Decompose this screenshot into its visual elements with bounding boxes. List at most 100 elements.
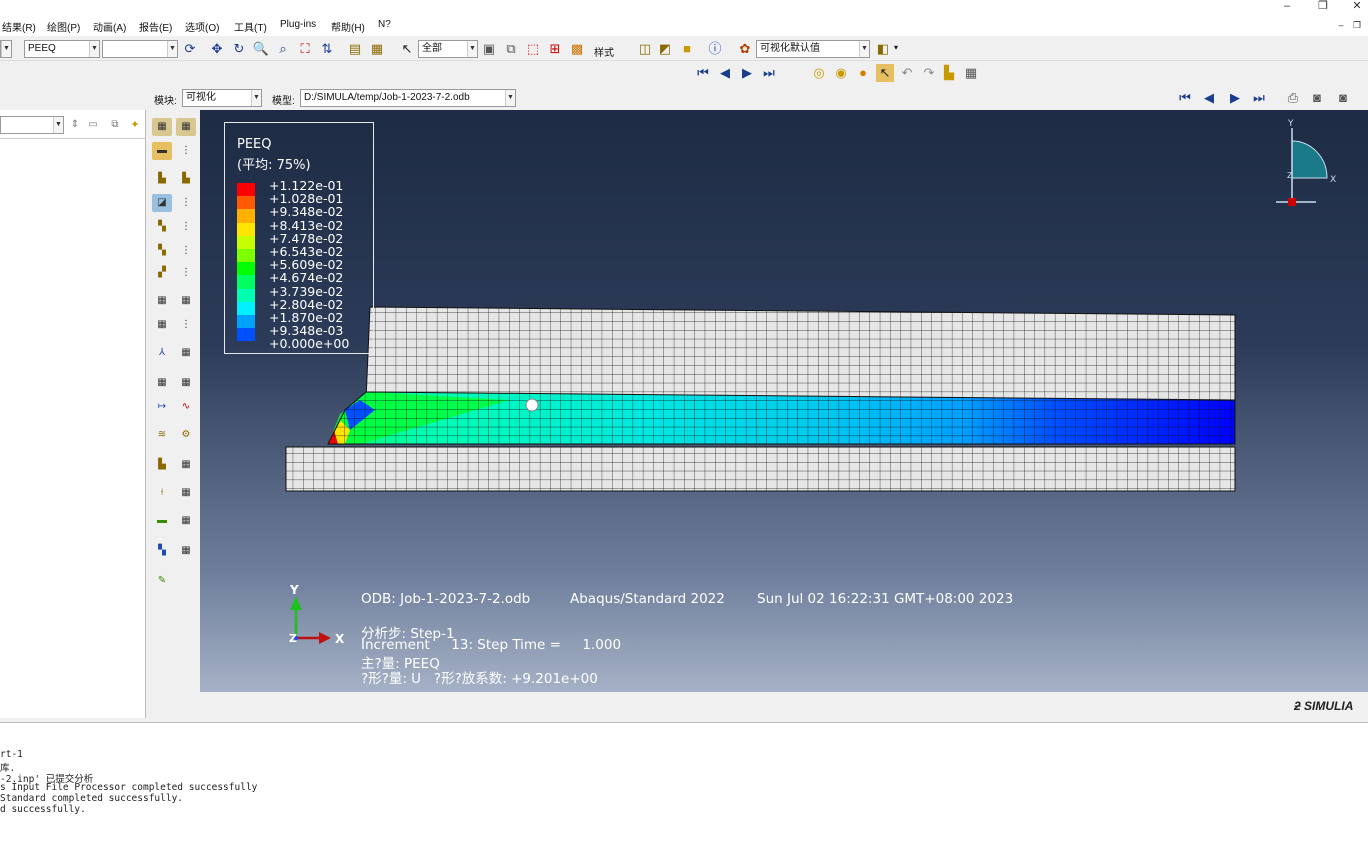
tool-xy-table-icon[interactable]: ▦ [176,374,196,392]
spin-icon[interactable]: ⇕ [66,116,84,134]
viewport[interactable]: PEEQ (平均: 75%) +1.122e-01 +1.028e-01 +9.34… [200,110,1368,692]
tool-display-group-icon[interactable]: ▦ [152,292,172,310]
bar-chart-icon[interactable]: ▙ [940,64,958,82]
menu-options[interactable]: 选项(O) [185,19,219,34]
tool-free-body-icon[interactable]: ▙ [152,456,172,474]
tool-mesh-color-options-icon[interactable]: ▦ [176,512,196,530]
tool-overlay-plot-icon[interactable]: ▚ [152,242,172,260]
select-tool-icon[interactable]: ▣ [480,40,498,58]
tool-view-cut-table-icon[interactable]: ▦ [176,484,196,502]
menu-whats-this[interactable]: N? [378,19,391,30]
tool-query-icon[interactable]: ▚ [152,542,172,560]
tool-free-body-options-icon[interactable]: ▦ [176,456,196,474]
next-frame-icon[interactable]: ▶ [738,64,756,82]
mdi-restore-icon[interactable]: ❐ [1346,19,1368,33]
tool-view-cut-icon[interactable]: ▦ [152,316,172,334]
tree-folder-icon[interactable]: ▭ [84,116,102,134]
layers-icon[interactable]: ▦ [368,40,386,58]
tool-overlay-options-icon[interactable]: ⋮ [176,242,196,260]
tool-view-cut-options-icon[interactable]: ⋮ [176,316,196,334]
view-defaults-combo[interactable]: 可视化默认值 ▼ [756,40,870,58]
tool-xy-data-icon[interactable]: ▦ [152,374,172,392]
table-icon[interactable]: ▦ [962,64,980,82]
tool-plot-deformed-icon[interactable]: ▦ [176,118,196,136]
cube-shaded-icon[interactable]: ■ [678,40,696,58]
tool-allow-multiple-icon[interactable]: ▚ [152,218,172,236]
tool-symbol-options-icon[interactable]: ▙ [176,170,196,188]
tool-material-orient-icon[interactable]: ◪ [152,194,172,212]
overlay-alt-icon[interactable]: ◉ [832,64,850,82]
tool-stream-options-icon[interactable]: ⚙ [176,426,196,444]
rotate-icon[interactable]: ↻ [230,40,248,58]
restore-button[interactable]: ❐ [1312,0,1334,14]
redo-icon[interactable]: ↷ [920,64,938,82]
model-combo[interactable]: D:/SIMULA/temp/Job-1-2023-7-2.odb ▼ [300,89,516,107]
tree-filter-icon[interactable]: ⧉ [106,116,124,134]
tool-csys-icon[interactable]: ⅄ [152,344,172,362]
view-options-icon[interactable]: ◧ [874,40,892,58]
box-zoom-icon[interactable]: ⌕ [274,40,292,58]
tool-pencil-icon[interactable]: ✎ [152,572,172,590]
last-frame-icon[interactable]: ⏭ [760,64,778,82]
minimize-button[interactable]: – [1276,0,1298,14]
part-icon[interactable]: ▩ [568,40,586,58]
next-step-icon[interactable]: ▶ [1226,89,1244,107]
color-palette-icon[interactable]: ✿ [736,40,754,58]
tool-symbol-icon[interactable]: ▙ [152,170,172,188]
tool-mesh-color-icon[interactable]: ▬ [152,512,172,530]
menu-report[interactable]: 报告(E) [139,19,172,34]
field-component-combo[interactable]: ▼ [102,40,178,58]
tool-animate-icon[interactable]: ▞ [152,264,172,282]
tool-view-cut-manager-icon[interactable]: ⟊ [152,484,172,502]
tool-display-group-options-icon[interactable]: ▦ [176,292,196,310]
tool-animate-options-icon[interactable]: ⋮ [176,264,196,282]
tool-plot-undeformed-icon[interactable]: ▦ [152,118,172,136]
print-icon[interactable]: ⎙ [1284,89,1302,107]
sphere-icon[interactable]: ● [854,64,872,82]
probe-icon[interactable]: ↖ [876,64,894,82]
tool-orient-options-icon[interactable]: ⋮ [176,194,196,212]
first-frame-icon[interactable]: ⏮ [694,64,712,82]
field-output-combo[interactable]: PEEQ ▼ [24,40,100,58]
first-step-icon[interactable]: ⏮ [1176,89,1194,107]
menu-plot[interactable]: 绘图(P) [47,19,80,34]
cube-wire-icon[interactable]: ◫ [636,40,654,58]
fit-view-icon[interactable]: ⛶ [296,40,314,58]
pan-icon[interactable]: ✥ [208,40,226,58]
close-button[interactable]: ✕ [1346,0,1368,14]
tool-stream-icon[interactable]: ≋ [152,426,172,444]
module-combo[interactable]: 可视化 ▼ [182,89,262,107]
menu-plugins[interactable]: Plug-ins [280,19,316,30]
query-info-icon[interactable]: ⓘ [706,40,724,58]
tree-filter-combo[interactable]: ▼ [0,116,64,134]
menu-results[interactable]: 结果(R) [2,19,36,34]
cycle-view-icon[interactable]: ⇅ [318,40,336,58]
tool-plot-contours-icon[interactable]: ▬ [152,142,172,160]
previous-step-icon[interactable]: ◀ [1200,89,1218,107]
tool-multiple-options-icon[interactable]: ⋮ [176,218,196,236]
refresh-icon[interactable]: ⟳ [181,40,199,58]
previous-frame-icon[interactable]: ◀ [716,64,734,82]
tool-path-icon[interactable]: ↦ [152,398,172,416]
cube-hidden-icon[interactable]: ◩ [656,40,674,58]
tool-query-options-icon[interactable]: ▦ [176,542,196,560]
stack-icon[interactable]: ▤ [346,40,364,58]
menu-help[interactable]: 帮助(H) [331,19,365,34]
select-poly-icon[interactable]: ⊞ [546,40,564,58]
menu-animate[interactable]: 动画(A) [93,19,126,34]
view-options-dropdown-icon[interactable]: ▾ [894,43,898,52]
selection-combo[interactable]: 全部 ▼ [418,40,478,58]
tool-xy-plot-icon[interactable]: ∿ [176,398,196,416]
tree-highlight-icon[interactable]: ✦ [126,116,144,134]
camera-icon[interactable]: ◙ [1308,89,1326,107]
overlay-icon[interactable]: ◎ [810,64,828,82]
camera-alt-icon[interactable]: ◙ [1334,89,1352,107]
zoom-icon[interactable]: 🔍 [252,40,270,58]
select-group-icon[interactable]: ⧉ [502,40,520,58]
tool-contour-options-icon[interactable]: ⋮ [176,142,196,160]
select-arrow-icon[interactable]: ↖ [398,40,416,58]
left-combo[interactable]: ▼ [0,40,12,58]
message-console[interactable]: rt-1 库. -2.inp' 已提交分析 s Input File Proce… [0,722,1368,855]
menu-tools[interactable]: 工具(T) [234,19,267,34]
undo-icon[interactable]: ↶ [898,64,916,82]
